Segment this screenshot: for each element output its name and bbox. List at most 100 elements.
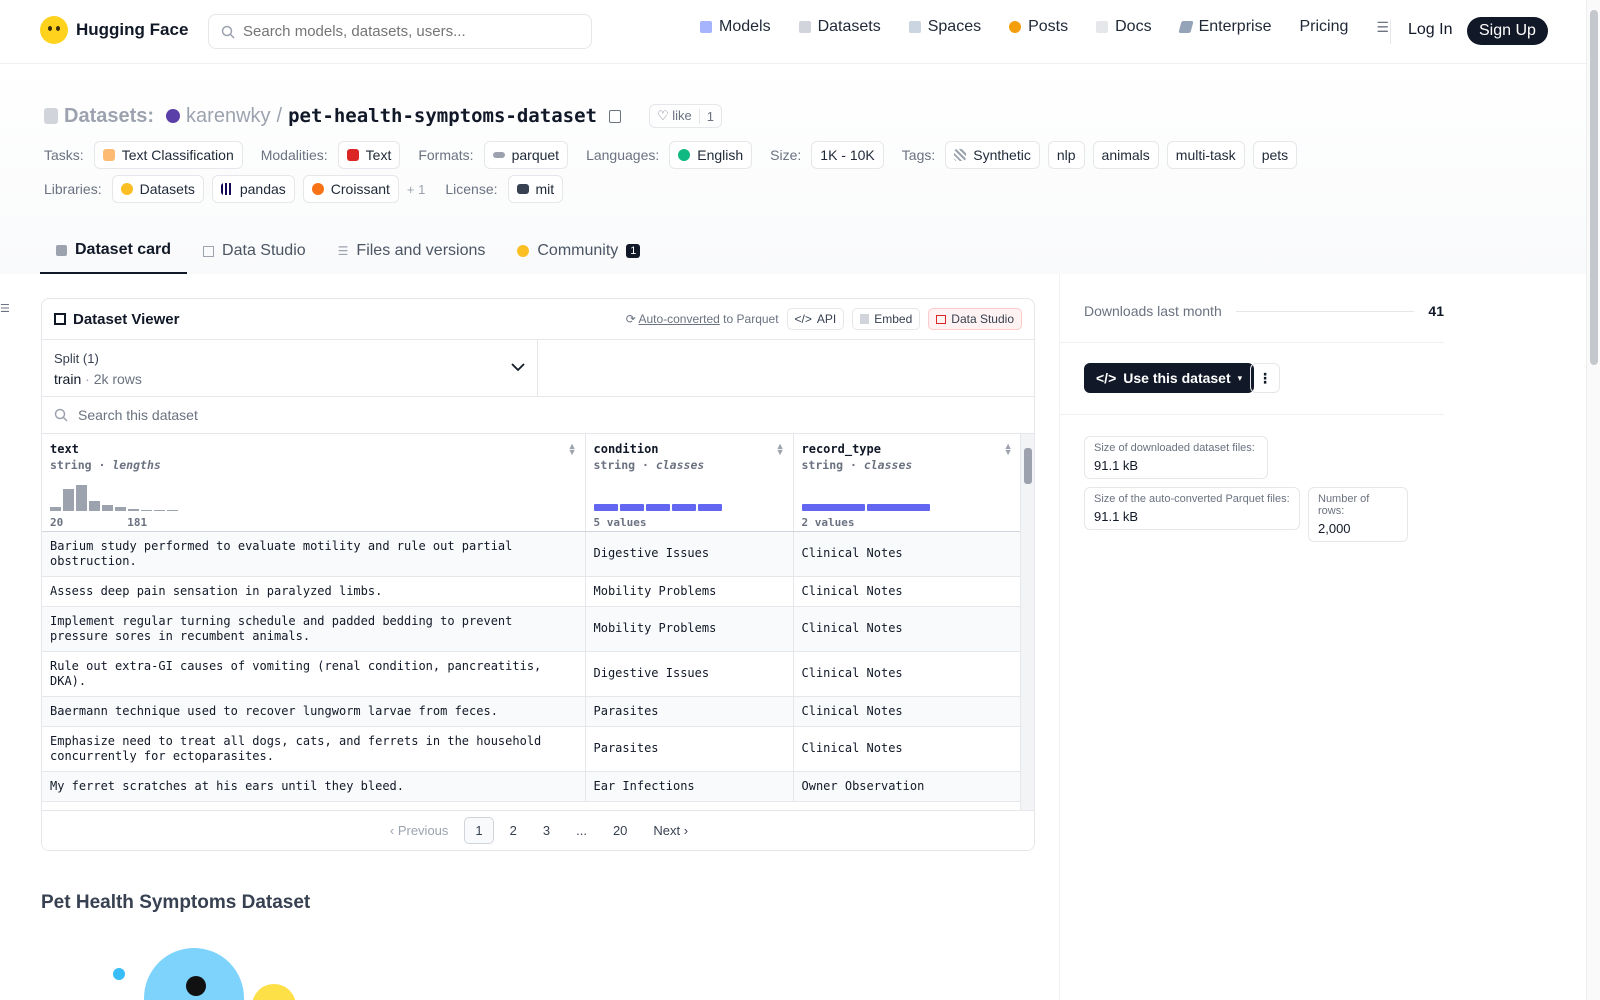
readme-illustration: [113, 948, 296, 1000]
dataset-name[interactable]: pet-health-symptoms-dataset: [288, 105, 597, 127]
lib-croissant[interactable]: Croissant: [302, 175, 399, 203]
nav-posts[interactable]: Posts: [1009, 18, 1068, 36]
lib-pandas[interactable]: pandas: [211, 175, 295, 203]
copy-icon[interactable]: [608, 109, 621, 123]
autoconverted-link[interactable]: Auto-converted: [638, 312, 719, 326]
nav-models[interactable]: Models: [700, 18, 771, 36]
tag-synthetic[interactable]: Synthetic: [945, 141, 1040, 169]
globe-icon: [678, 149, 691, 161]
tasks-label: Tasks:: [44, 147, 84, 163]
page-2[interactable]: 2: [500, 818, 527, 843]
heart-icon: ♡ like: [656, 108, 692, 123]
tag-task[interactable]: Text Classification: [93, 141, 243, 169]
repo-header: Datasets: karenwky / pet-health-symptoms…: [0, 64, 1586, 274]
page-20[interactable]: 20: [603, 818, 637, 843]
owner-link[interactable]: karenwky: [186, 105, 270, 128]
use-dataset-button[interactable]: </> Use this dataset ▾: [1084, 363, 1255, 393]
repo-title: Datasets: karenwky / pet-health-symptoms…: [44, 104, 722, 128]
tab-dataset-card[interactable]: Dataset card: [40, 228, 188, 274]
table-row[interactable]: Rule out extra-GI causes of vomiting (re…: [42, 651, 1022, 697]
login-link[interactable]: Log In: [1408, 21, 1452, 39]
tag-format[interactable]: parquet: [483, 141, 569, 169]
class-count: 5 values: [593, 515, 647, 529]
api-button[interactable]: </> API: [786, 308, 845, 330]
class-distribution-bar: [801, 503, 930, 511]
sidebar-toggle-icon[interactable]: ☰: [0, 302, 10, 315]
page-1[interactable]: 1: [464, 817, 494, 844]
tags-label: Tags:: [901, 147, 936, 163]
size-label: Size:: [770, 147, 802, 163]
column-header-condition[interactable]: condition string · classes ▲ ▼ 5 values: [585, 434, 794, 532]
data-studio-button[interactable]: Data Studio: [928, 308, 1022, 330]
like-label: like: [672, 108, 692, 123]
tab-files[interactable]: ☰ Files and versions: [322, 228, 502, 274]
like-button[interactable]: ♡ like 1: [648, 104, 722, 128]
downloads-count: 41: [1428, 303, 1444, 319]
table-row[interactable]: Emphasize need to treat all dogs, cats, …: [42, 726, 1022, 772]
tag-animals[interactable]: animals: [1092, 141, 1159, 169]
split-selector[interactable]: Split (1) train · 2k rows: [42, 340, 538, 396]
brand-name: Hugging Face: [76, 20, 189, 39]
tab-data-studio[interactable]: Data Studio: [187, 228, 322, 274]
chevron-down-icon: [511, 363, 525, 372]
table-row[interactable]: Implement regular turning schedule and p…: [42, 606, 1022, 652]
nav-spaces[interactable]: Spaces: [908, 18, 981, 36]
posts-icon: [1009, 21, 1022, 33]
embed-button[interactable]: Embed: [852, 308, 921, 330]
tab-community[interactable]: Community 1: [501, 228, 656, 274]
page-scrollbar[interactable]: [1586, 0, 1600, 1000]
page-3[interactable]: 3: [533, 818, 560, 843]
table-row[interactable]: Baermann technique used to recover lungw…: [42, 696, 1022, 727]
global-search[interactable]: [208, 14, 592, 49]
more-options-button[interactable]: ⋮: [1250, 363, 1280, 393]
datasets-prefix[interactable]: Datasets:: [64, 105, 154, 128]
sidebar-separator: [1060, 414, 1444, 415]
brand-logo[interactable]: Hugging Face: [40, 16, 188, 44]
table-row[interactable]: My ferret scratches at his ears until th…: [42, 771, 1022, 802]
tag-size[interactable]: 1K - 10K: [811, 141, 884, 169]
column-header-record-type[interactable]: record_type string · classes ▲ ▼ 2 values: [793, 434, 1022, 532]
table-scrollbar[interactable]: [1020, 434, 1034, 810]
nav-more-menu[interactable]: ☰: [1376, 19, 1389, 36]
table-row[interactable]: Assess deep pain sensation in paralyzed …: [42, 576, 1022, 607]
nav-divider: [1390, 20, 1391, 44]
more-libraries[interactable]: + 1: [407, 182, 425, 197]
sort-icon[interactable]: ▲ ▼: [568, 442, 577, 457]
tag-license[interactable]: mit: [507, 175, 564, 203]
sort-icon[interactable]: ▲ ▼: [1004, 442, 1013, 457]
global-search-input[interactable]: [243, 23, 573, 40]
croissant-icon: [311, 183, 324, 195]
signup-button[interactable]: Sign Up: [1467, 17, 1548, 45]
menu-icon: ☰: [1376, 18, 1389, 35]
sort-icon[interactable]: ▲ ▼: [776, 442, 785, 457]
spaces-icon: [908, 21, 921, 33]
dataset-icon: [44, 108, 58, 124]
lib-datasets[interactable]: Datasets: [111, 175, 204, 203]
tag-pets[interactable]: pets: [1252, 141, 1298, 169]
table-row[interactable]: Barium study performed to evaluate motil…: [42, 531, 1022, 577]
text-modality-icon: [346, 149, 359, 161]
tag-nlp[interactable]: nlp: [1047, 141, 1085, 169]
nav-pricing[interactable]: Pricing: [1299, 18, 1348, 36]
code-icon: </>: [1096, 370, 1117, 386]
community-icon: [517, 245, 530, 257]
table-icon: [203, 245, 215, 257]
previous-page-button[interactable]: ‹ Previous: [380, 818, 459, 843]
downloads-label: Downloads last month: [1084, 303, 1222, 319]
embed-icon: [860, 314, 870, 324]
viewer-title: Dataset Viewer: [54, 311, 179, 328]
column-header-text[interactable]: text string · lengths ▲ ▼ 20 181: [42, 434, 586, 532]
readme-title: Pet Health Symptoms Dataset: [41, 892, 311, 913]
tag-multi-task[interactable]: multi-task: [1166, 141, 1245, 169]
tag-modality[interactable]: Text: [337, 141, 401, 169]
nav-datasets[interactable]: Datasets: [798, 18, 881, 36]
files-icon: ☰: [337, 244, 349, 258]
search-icon: [221, 25, 235, 39]
nav-docs[interactable]: Docs: [1096, 18, 1152, 36]
next-page-button[interactable]: Next ›: [643, 818, 698, 843]
nav-enterprise[interactable]: Enterprise: [1177, 18, 1271, 36]
synthetic-icon: [954, 149, 967, 161]
formats-label: Formats:: [418, 147, 474, 163]
dataset-search[interactable]: Search this dataset: [42, 397, 1034, 434]
tag-language[interactable]: English: [669, 141, 753, 169]
